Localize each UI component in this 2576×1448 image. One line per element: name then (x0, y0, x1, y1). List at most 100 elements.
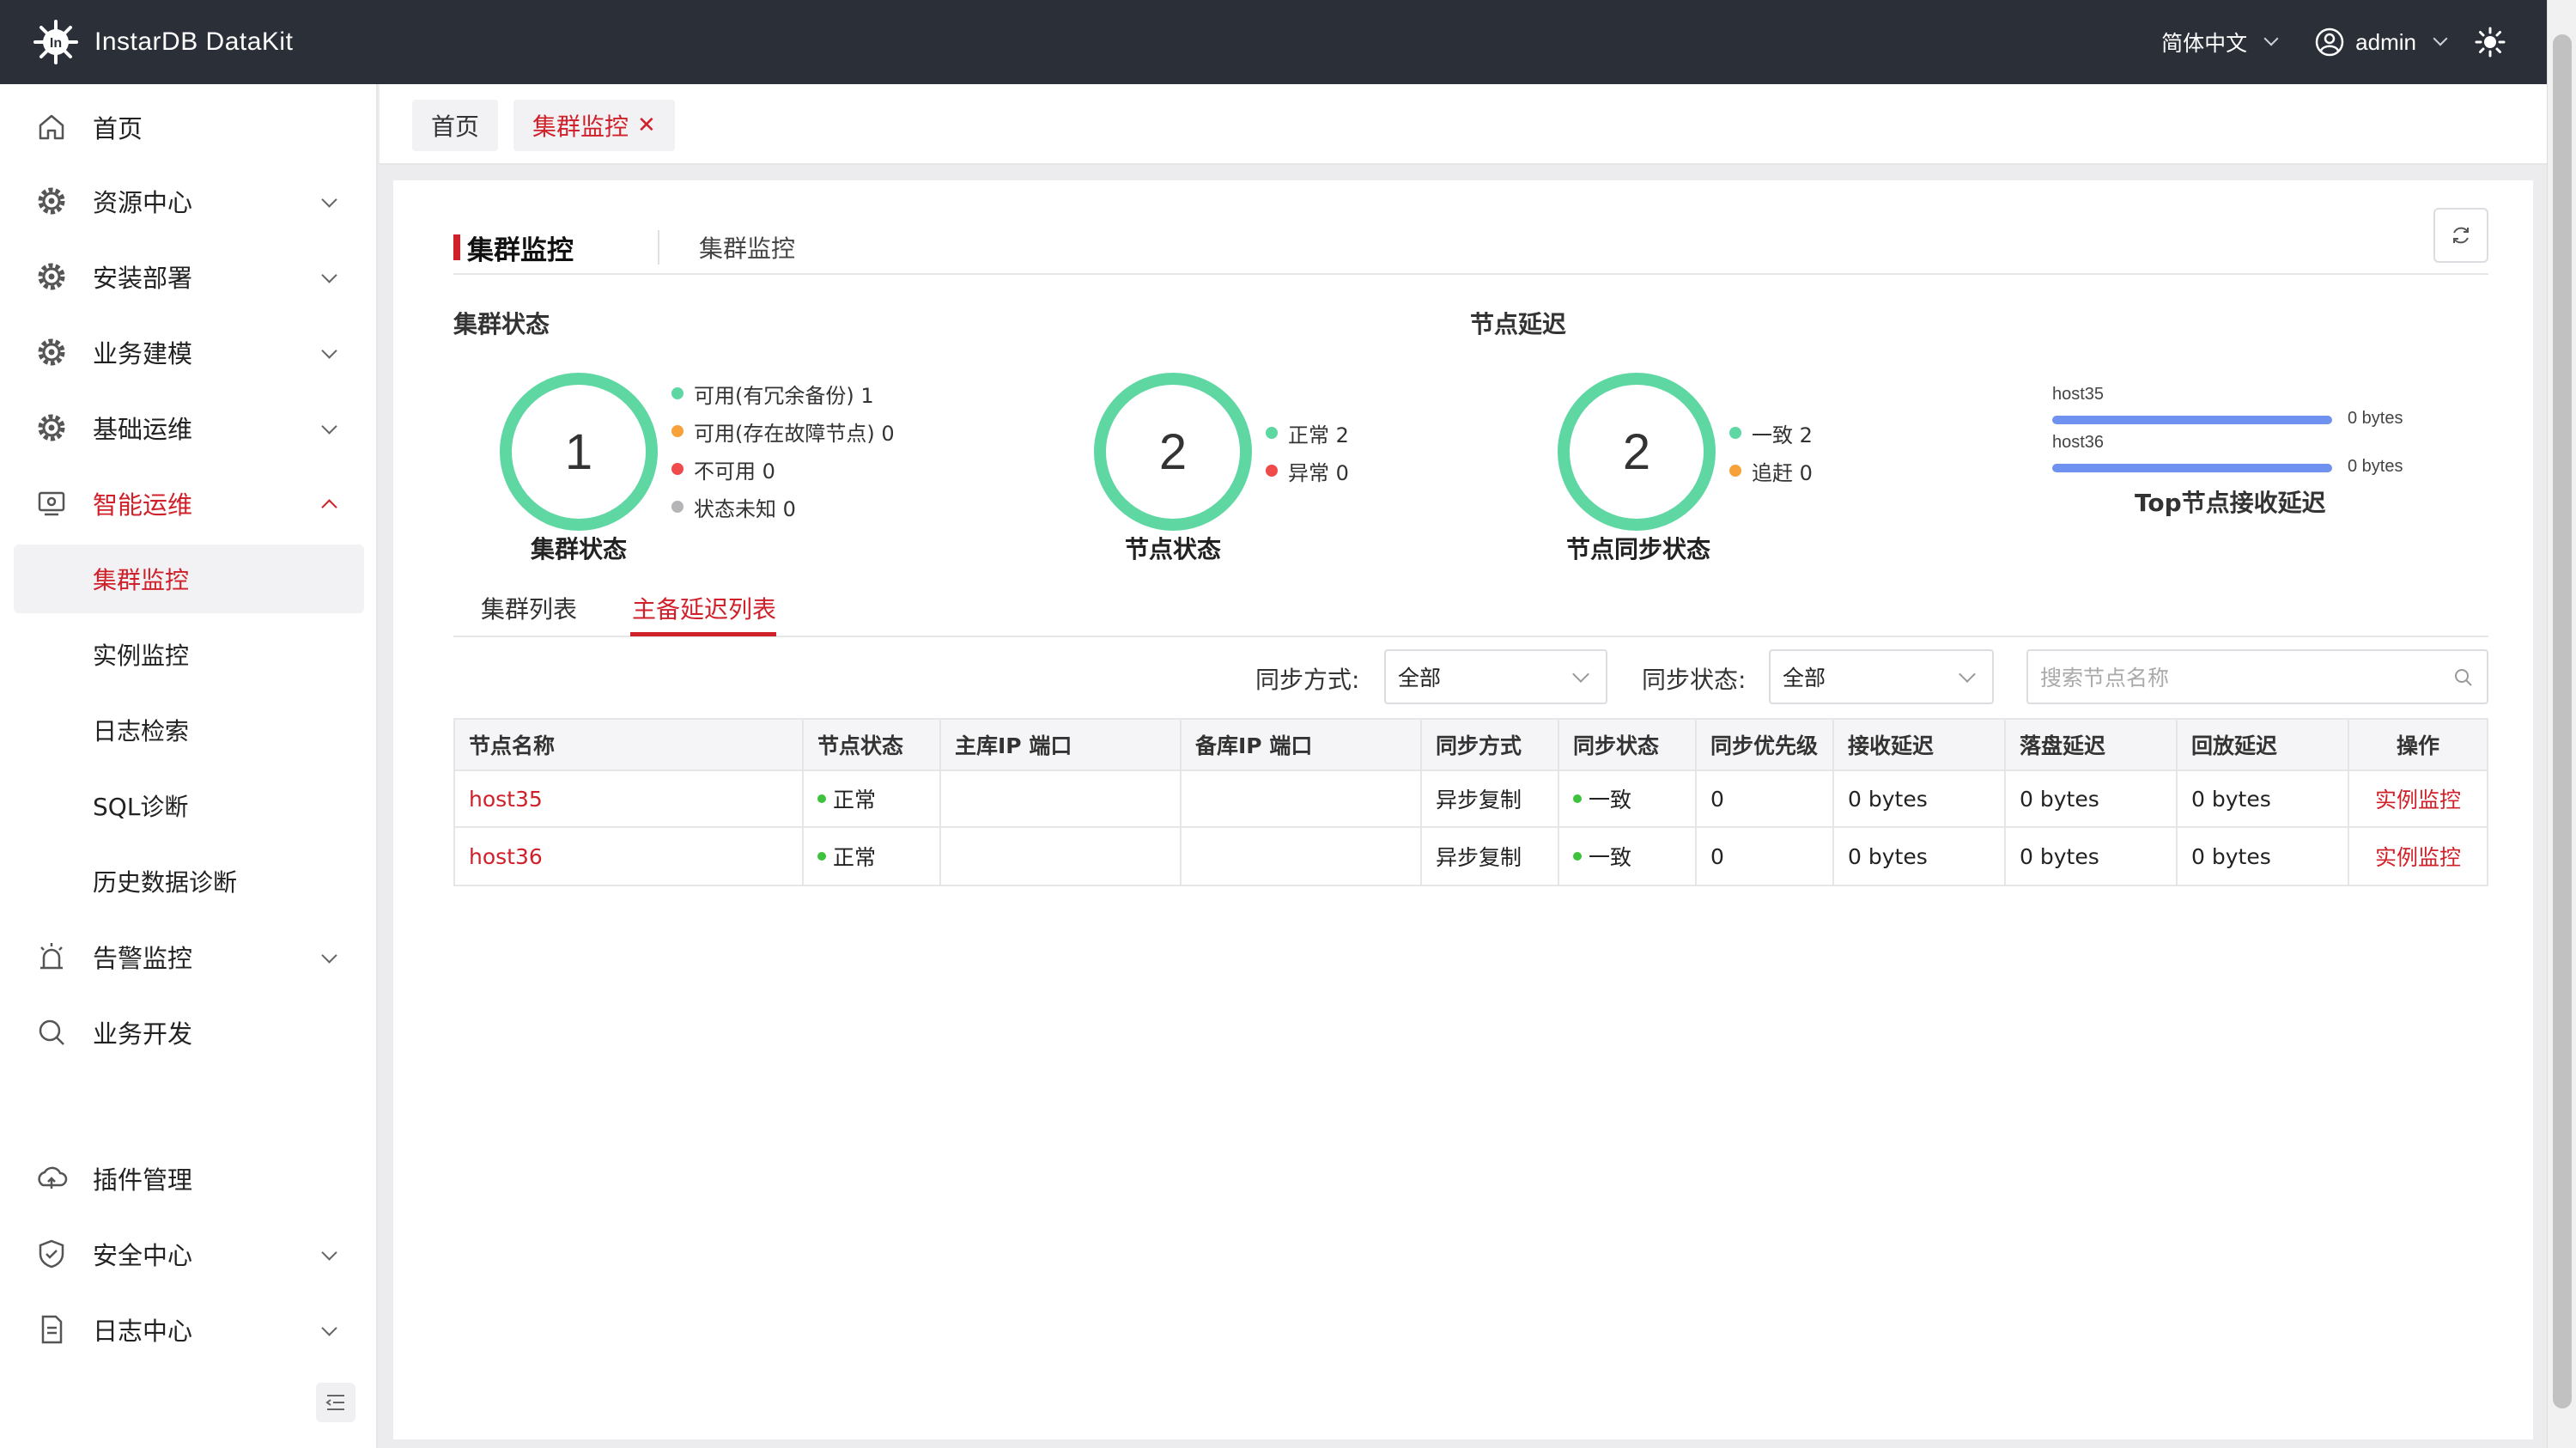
legend-item: 可用(存在故障节点) 0 (671, 412, 895, 450)
sidebar-item-business-modeling[interactable]: 业务建模 (14, 318, 364, 386)
chevron-down-icon (321, 947, 337, 964)
sync-status-select[interactable]: 全部 (1769, 649, 1994, 704)
flush-delay-cell: 0 bytes (2006, 771, 2178, 826)
sidebar-item-alarm-monitor[interactable]: 告警监控 (14, 922, 364, 991)
sidebar-item-home[interactable]: 首页 (14, 93, 364, 161)
page-tabs-bar: 首页 集群监控 ✕ (380, 84, 2547, 165)
chevron-down-icon (2263, 31, 2279, 46)
language-label: 简体中文 (2161, 31, 2248, 56)
sidebar-item-instance-monitor[interactable]: 实例监控 (14, 620, 364, 689)
instance-monitor-link[interactable]: 实例监控 (2349, 828, 2487, 885)
replay-delay-cell: 0 bytes (2178, 828, 2349, 885)
chevron-down-icon (321, 343, 337, 359)
app-title: InstarDB DataKit (94, 27, 294, 56)
node-sync-legend: 一致 2 追赶 0 (1729, 414, 1813, 490)
page-scrollbar[interactable] (2547, 0, 2576, 1448)
sidebar-item-history-diagnosis[interactable]: 历史数据诊断 (14, 847, 364, 916)
column-header[interactable]: 回放延迟 (2178, 720, 2349, 770)
column-header[interactable]: 主库IP 端口 (941, 720, 1182, 770)
column-header[interactable]: 备库IP 端口 (1182, 720, 1422, 770)
sidebar-collapse-button[interactable] (316, 1383, 355, 1422)
node-status-legend: 正常 2 异常 0 (1266, 414, 1349, 490)
column-header[interactable]: 接收延迟 (1834, 720, 2006, 770)
chevron-up-icon (321, 499, 337, 515)
sidebar-item-cluster-monitor[interactable]: 集群监控 (14, 545, 364, 613)
user-name: admin (2355, 28, 2416, 55)
legend-item: 一致 2 (1729, 414, 1813, 452)
tab-cluster-monitor[interactable]: 集群监控 ✕ (513, 100, 675, 151)
bar-value-label: 0 bytes (2348, 457, 2403, 476)
node-status-value: 2 (1158, 423, 1188, 480)
replay-delay-cell: 0 bytes (2178, 771, 2349, 826)
close-icon[interactable]: ✕ (637, 113, 656, 138)
column-header[interactable]: 同步状态 (1559, 720, 1697, 770)
sync-mode-select[interactable]: 全部 (1384, 649, 1607, 704)
sun-icon[interactable] (2475, 27, 2506, 58)
instance-monitor-link[interactable]: 实例监控 (2349, 771, 2487, 826)
tab-cluster-list[interactable]: 集群列表 (481, 591, 577, 625)
flush-delay-cell: 0 bytes (2006, 828, 2178, 885)
status-dot (817, 852, 826, 861)
title-accent-bar (453, 234, 460, 260)
tab-delay-list[interactable]: 主备延迟列表 (632, 591, 776, 625)
status-dot (817, 794, 826, 803)
delay-table: 节点名称 节点状态 主库IP 端口 备库IP 端口 同步方式 同步状态 同步优先… (453, 718, 2488, 886)
cluster-status-legend: 可用(有冗余备份) 1 可用(存在故障节点) 0 不可用 0 状态未知 0 (671, 374, 895, 526)
delay-bar (2052, 464, 2332, 472)
receive-delay-cell: 0 bytes (1834, 771, 2006, 826)
chevron-down-icon (1572, 666, 1589, 683)
primary-ip-cell (941, 828, 1182, 885)
search-input[interactable]: 搜索节点名称 (2026, 649, 2488, 704)
sidebar-item-log-center[interactable]: 日志中心 (14, 1295, 364, 1364)
sidebar-item-intelligent-ops[interactable]: 智能运维 (14, 469, 364, 538)
sidebar: 首页 资源中心 安装部署 业务建模 基础运维 智能运维 集群监控 实例监控 日志… (0, 84, 378, 1448)
node-status-cell: 正常 (804, 828, 941, 885)
bar-host-label: host36 (2052, 433, 2105, 452)
column-header[interactable]: 节点名称 (455, 720, 804, 770)
sync-mode-cell: 异步复制 (1422, 828, 1559, 885)
node-sync-ring: 2 (1558, 373, 1716, 531)
sidebar-item-basic-ops[interactable]: 基础运维 (14, 393, 364, 462)
sidebar-item-install-deploy[interactable]: 安装部署 (14, 242, 364, 311)
sync-status-cell: 一致 (1559, 771, 1697, 826)
gear-icon (38, 338, 65, 366)
table-row: host35 正常 异步复制 一致 0 0 bytes 0 bytes 0 by… (455, 771, 2487, 828)
node-name-link[interactable]: host35 (455, 771, 804, 826)
sidebar-item-log-search[interactable]: 日志检索 (14, 696, 364, 764)
alarm-icon (40, 943, 63, 970)
node-name-link[interactable]: host36 (455, 828, 804, 885)
delay-bar (2052, 416, 2332, 424)
tab-home[interactable]: 首页 (412, 100, 499, 151)
sidebar-item-business-dev[interactable]: 业务开发 (14, 998, 364, 1067)
sidebar-item-security-center[interactable]: 安全中心 (14, 1220, 364, 1288)
column-header[interactable]: 节点状态 (804, 720, 941, 770)
gear-icon (38, 263, 65, 290)
language-select[interactable]: 简体中文 (2161, 27, 2279, 58)
node-sync-value: 2 (1622, 423, 1651, 480)
legend-item: 状态未知 0 (671, 488, 895, 526)
column-header[interactable]: 同步优先级 (1697, 720, 1834, 770)
table-row: host36 正常 异步复制 一致 0 0 bytes 0 bytes 0 by… (455, 828, 2487, 885)
refresh-button[interactable] (2433, 208, 2488, 263)
home-icon (39, 114, 64, 140)
node-status-ring: 2 (1094, 373, 1252, 531)
search-placeholder: 搜索节点名称 (2040, 666, 2170, 691)
sidebar-item-plugin-management[interactable]: 插件管理 (14, 1144, 364, 1213)
receive-delay-cell: 0 bytes (1834, 828, 2006, 885)
sidebar-item-resource-center[interactable]: 资源中心 (14, 167, 364, 235)
column-header[interactable]: 同步方式 (1422, 720, 1559, 770)
sidebar-item-sql-diagnosis[interactable]: SQL诊断 (14, 771, 364, 840)
brand[interactable]: In InstarDB DataKit (33, 19, 293, 65)
user-menu[interactable]: admin (2314, 27, 2448, 58)
column-header[interactable]: 落盘延迟 (2006, 720, 2178, 770)
primary-ip-cell (941, 771, 1182, 826)
bar-value-label: 0 bytes (2348, 409, 2403, 428)
scrollbar-thumb[interactable] (2553, 34, 2572, 1408)
node-sync-caption: 节点同步状态 (1565, 535, 1710, 563)
logo-icon: In (33, 20, 78, 64)
sync-priority-cell: 0 (1697, 771, 1834, 826)
cluster-status-value: 1 (564, 423, 593, 480)
column-header: 操作 (2396, 733, 2439, 758)
legend-item: 可用(有冗余备份) 1 (671, 374, 895, 412)
bars-title: Top节点接收延迟 (2135, 489, 2326, 517)
